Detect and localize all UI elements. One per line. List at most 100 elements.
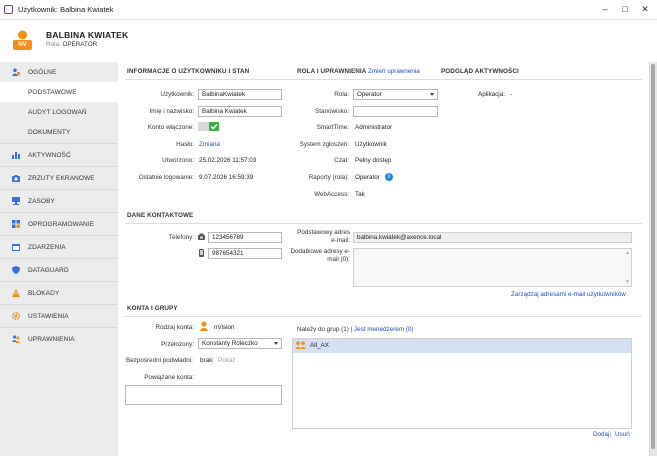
additional-emails-label: Dodatkowe adresy e-mail (0):	[290, 248, 350, 263]
sidebar-item-label: ZASOBY	[28, 197, 55, 205]
role-select-value: Operator	[357, 91, 382, 98]
maximize-icon[interactable]: □	[618, 3, 632, 16]
sidebar-item-activity[interactable]: AKTYWNOŚĆ	[0, 145, 118, 165]
sidebar-item-login-audit[interactable]: AUDYT LOGOWAŃ	[0, 102, 118, 122]
warning-icon	[12, 289, 20, 297]
sidebar-item-permissions[interactable]: UPRAWNIENIA	[0, 329, 118, 349]
section-divider	[125, 316, 642, 317]
minimize-icon[interactable]: –	[598, 3, 612, 16]
phones-label: Telefony:	[168, 234, 194, 241]
roles-section-title: ROLA I UPRAWNIENIA	[297, 68, 367, 75]
sidebar-item-label: AKTYWNOŚĆ	[28, 151, 71, 159]
additional-emails-list[interactable]	[353, 248, 632, 287]
sidebar-item-label: DOKUMENTY	[28, 128, 71, 136]
check-icon	[209, 122, 219, 131]
scrollbar-thumb[interactable]	[651, 64, 655, 449]
phone-field[interactable]: 123456789	[208, 232, 282, 243]
ticket-system-value: Użytkownik	[355, 141, 387, 148]
manager-of-link[interactable]: Jest menedżerem (0)	[354, 326, 414, 333]
position-field[interactable]	[353, 106, 438, 117]
sidebar-item-label: OPROGRAMOWANIE	[28, 220, 95, 228]
scroll-up-icon[interactable]: ▲	[625, 250, 630, 256]
sidebar-divider	[0, 258, 118, 259]
account-type-label: Rodzaj konta:	[155, 324, 194, 331]
username-field[interactable]: BalbinaKwiatek	[198, 89, 282, 100]
sidebar-item-resources[interactable]: ZASOBY	[0, 191, 118, 211]
sidebar-item-label: PODSTAWOWE	[28, 88, 77, 96]
primary-email-field[interactable]: balbina.kwiatek@axence.local	[353, 232, 632, 243]
sidebar-item-events[interactable]: ZDARZENIA	[0, 237, 118, 257]
last-login-value: 9.07.2026 16:59:39	[199, 174, 254, 181]
user-role-value: OPERATOR	[62, 41, 98, 48]
application-value: -	[510, 91, 513, 98]
sidebar-item-software[interactable]: OPROGRAMOWANIE	[0, 214, 118, 234]
group-list-item-selected[interactable]	[293, 339, 631, 353]
webaccess-label: WebAccess:	[314, 191, 349, 198]
section-divider	[125, 223, 642, 224]
fullname-label: Imię i nazwisko:	[149, 108, 194, 115]
chevron-down-icon	[430, 93, 434, 96]
show-subordinates-link[interactable]: Pokaż	[218, 357, 236, 364]
chat-label: Czat:	[334, 157, 349, 164]
mobile-phone-field[interactable]: 987654321	[208, 248, 282, 259]
subordinates-separator: |	[212, 357, 214, 364]
account-type-value: nVision	[214, 324, 235, 331]
add-group-link[interactable]: Dodaj	[593, 431, 609, 438]
reports-role-label: Raporty (rola):	[308, 174, 349, 181]
primary-email-label: Podstawowy adres e-mail:	[297, 229, 350, 244]
remove-group-link[interactable]: Usuń	[615, 431, 630, 438]
sidebar-item-blocks[interactable]: BLOKADY	[0, 283, 118, 303]
sidebar-item-label: DATAGUARD	[28, 266, 69, 274]
smarttime-label: SmartTime:	[316, 124, 349, 131]
link-separator: |	[610, 431, 612, 438]
sidebar-divider	[0, 212, 118, 213]
sidebar-item-dataguard[interactable]: DATAGUARD	[0, 260, 118, 280]
groups-count-label: Należy do grup (1) |	[297, 326, 353, 333]
section-divider	[125, 79, 642, 80]
app-icon	[4, 5, 13, 14]
sidebar-item-label: BLOKADY	[28, 289, 60, 297]
camera-icon	[12, 175, 20, 182]
close-icon[interactable]: ✕	[638, 3, 652, 16]
sidebar-divider	[0, 304, 118, 305]
user-role-label: Rola:	[46, 41, 61, 48]
sidebar-divider	[0, 143, 118, 144]
sidebar-divider	[0, 235, 118, 236]
sidebar-item-label: ZDARZENIA	[28, 243, 66, 251]
sidebar-divider	[0, 166, 118, 167]
chat-value: Pełny dostęp	[355, 157, 392, 164]
manage-emails-link[interactable]: Zarządzaj adresami e-mail użytkowników	[511, 291, 626, 298]
sidebar-item-documents[interactable]: DOKUMENTY	[0, 122, 118, 142]
scroll-down-icon[interactable]: ▼	[625, 279, 630, 285]
smarttime-value: Administrator	[355, 124, 393, 131]
sidebar-divider	[0, 281, 118, 282]
password-label: Hasło:	[176, 141, 194, 148]
created-label: Utworzono:	[162, 157, 194, 164]
user-icon	[12, 68, 20, 76]
linked-accounts-list[interactable]	[125, 385, 282, 405]
user-name: BALBINA KWIATEK	[46, 30, 129, 40]
sidebar-item-settings[interactable]: USTAWIENIA	[0, 306, 118, 326]
sidebar-item-label: UPRAWNIENIA	[28, 335, 75, 343]
sidebar-item-screenshots[interactable]: ZRZUTY EKRANOWE	[0, 168, 118, 188]
chevron-down-icon	[274, 342, 278, 345]
role-select[interactable]: Operator	[353, 89, 438, 100]
sidebar-item-basic[interactable]: PODSTAWOWE	[0, 82, 118, 102]
info-section-title: INFORMACJE O UŻYTKOWNIKU I STAN	[127, 68, 250, 75]
group-icon	[295, 341, 306, 349]
mobile-phone-icon	[199, 249, 204, 257]
sidebar-item-label: AUDYT LOGOWAŃ	[28, 108, 87, 116]
person-icon	[199, 321, 209, 331]
change-permissions-link[interactable]: Zmień uprawnenia	[368, 68, 420, 75]
sidebar-item-general[interactable]: OGÓLNE	[0, 62, 118, 82]
info-icon[interactable]: i	[385, 173, 393, 181]
username-label: Użytkownik:	[160, 91, 194, 98]
fullname-field[interactable]: Balbina Kwiatek	[198, 106, 282, 117]
supervisor-label: Przełożony:	[161, 341, 194, 348]
change-password-link[interactable]: Zmiana	[199, 141, 220, 148]
subordinates-label: Bezpośredni podwładni:	[126, 357, 193, 364]
supervisor-select[interactable]: Konstanty Roleczko	[198, 338, 282, 349]
user-role: Rola: OPERATOR	[46, 41, 97, 48]
gear-icon	[12, 312, 20, 320]
position-label: Stanowisko:	[315, 108, 349, 115]
